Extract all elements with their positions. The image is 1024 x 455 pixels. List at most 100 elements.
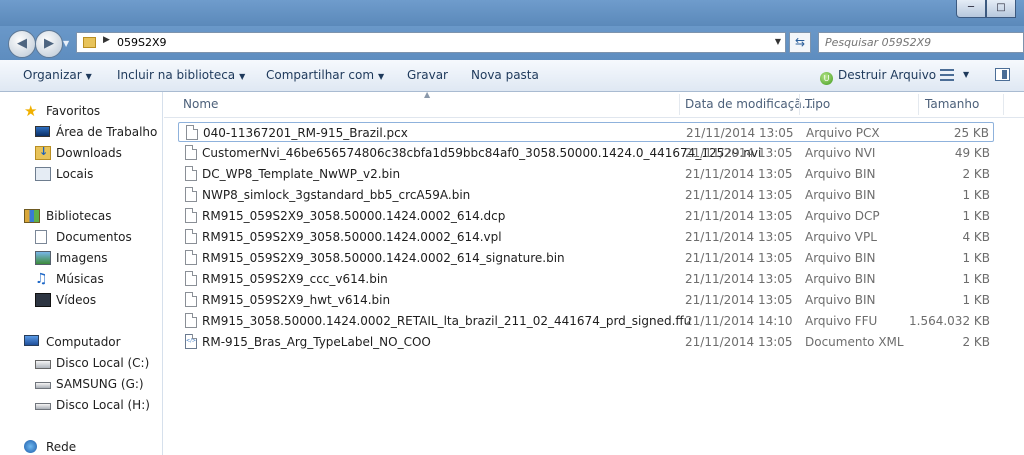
file-type: Arquivo BIN: [805, 293, 876, 307]
back-button[interactable]: ◀: [8, 30, 36, 58]
nav-documents-label: Documentos: [56, 230, 132, 244]
breadcrumb-chevron-icon[interactable]: ▶: [103, 35, 110, 45]
include-library-label: Incluir na biblioteca: [117, 68, 236, 82]
nav-desktop-label: Área de Trabalho: [56, 125, 158, 139]
recent-pages-chevron-icon[interactable]: ▼: [63, 39, 69, 48]
libraries-icon: [24, 209, 40, 223]
file-date: 21/11/2014 13:05: [685, 167, 793, 181]
column-header-row: ▲ Nome Data de modificaçã... Tipo Tamanh…: [164, 90, 1024, 118]
nav-videos-label: Vídeos: [56, 293, 97, 307]
refresh-button[interactable]: ⇆: [789, 32, 811, 53]
file-row[interactable]: RM915_3058.50000.1424.0002_RETAIL_lta_br…: [178, 311, 994, 331]
file-date: 21/11/2014 13:05: [685, 230, 793, 244]
document-icon: [185, 292, 197, 307]
include-library-button[interactable]: Incluir na biblioteca ▼: [117, 68, 245, 82]
column-divider[interactable]: [679, 94, 680, 115]
file-size: 2 KB: [962, 167, 990, 181]
window-titlebar: ─ □: [0, 0, 1024, 26]
file-row[interactable]: RM915_059S2X9_3058.50000.1424.0002_614.d…: [178, 206, 994, 226]
column-name[interactable]: Nome: [183, 97, 218, 111]
command-bar: Organizar ▼ Incluir na biblioteca ▼ Compar…: [0, 60, 1024, 92]
navigation-pane: ★ Favoritos Área de Trabalho Downloads L…: [0, 92, 163, 455]
minimize-button[interactable]: ─: [956, 0, 986, 18]
column-divider[interactable]: [918, 94, 919, 115]
file-size: 1.564.032 KB: [909, 314, 990, 328]
file-type: Arquivo BIN: [805, 272, 876, 286]
document-icon: [186, 125, 198, 140]
maximize-button[interactable]: □: [986, 0, 1016, 18]
nav-places-label: Locais: [56, 167, 94, 181]
forward-button[interactable]: ▶: [35, 30, 63, 58]
share-button[interactable]: Compartilhar com ▼: [266, 68, 384, 82]
address-history-chevron-icon[interactable]: ▼: [775, 37, 781, 46]
burn-button[interactable]: Gravar: [407, 68, 448, 82]
document-icon: [185, 187, 197, 202]
file-row[interactable]: 040-11367201_RM-915_Brazil.pcx 21/11/2014…: [178, 122, 994, 142]
windows-drive-icon: [35, 360, 51, 369]
nav-drive-c-label: Disco Local (C:): [56, 356, 150, 370]
back-arrow-icon: ◀: [17, 36, 27, 51]
file-size: 49 KB: [954, 146, 990, 160]
file-row[interactable]: CustomerNvi_46be656574806c38cbfa1d59bbc8…: [178, 143, 994, 163]
document-icon: [185, 208, 197, 223]
nav-drive-g-label: SAMSUNG (G:): [56, 377, 144, 391]
file-date: 21/11/2014 13:05: [685, 335, 793, 349]
preview-pane-icon[interactable]: [995, 68, 1010, 81]
file-date: 21/11/2014 13:05: [685, 293, 793, 307]
organize-button[interactable]: Organizar ▼: [23, 68, 92, 82]
column-date[interactable]: Data de modificaçã...: [685, 97, 813, 111]
column-divider[interactable]: [1003, 94, 1004, 115]
file-name: RM915_059S2X9_hwt_v614.bin: [202, 293, 391, 307]
file-row[interactable]: RM915_059S2X9_3058.50000.1424.0002_614_s…: [178, 248, 994, 268]
file-date: 21/11/2014 13:05: [685, 251, 793, 265]
nav-pictures-label: Imagens: [56, 251, 108, 265]
address-bar[interactable]: ▶ 059S2X9 ▼: [76, 32, 786, 53]
breadcrumb-current[interactable]: 059S2X9: [117, 36, 167, 49]
file-date: 21/11/2014 13:05: [685, 209, 793, 223]
new-folder-button[interactable]: Nova pasta: [471, 68, 539, 82]
document-icon: [185, 250, 197, 265]
network-icon: [24, 440, 37, 453]
file-row[interactable]: NWP8_simlock_3gstandard_bb5_crcA59A.bin 2…: [178, 185, 994, 205]
recent-places-icon: [35, 167, 51, 181]
music-icon: ♫: [35, 271, 48, 287]
file-size: 4 KB: [962, 230, 990, 244]
search-input[interactable]: [818, 32, 1024, 53]
sort-ascending-icon: ▲: [424, 90, 431, 99]
file-row[interactable]: RM-915_Bras_Arg_TypeLabel_NO_COO 21/11/20…: [178, 332, 994, 352]
chevron-down-icon: ▼: [239, 72, 246, 81]
file-name: RM915_059S2X9_3058.50000.1424.0002_614.v…: [202, 230, 502, 244]
file-name: RM-915_Bras_Arg_TypeLabel_NO_COO: [202, 335, 431, 349]
organize-label: Organizar: [23, 68, 82, 82]
file-size: 1 KB: [962, 251, 990, 265]
nav-computer-label: Computador: [46, 335, 121, 349]
column-divider[interactable]: [799, 94, 800, 115]
file-row[interactable]: RM915_059S2X9_hwt_v614.bin 21/11/2014 13:…: [178, 290, 994, 310]
document-icon: [185, 229, 197, 244]
file-type: Arquivo BIN: [805, 167, 876, 181]
file-size: 1 KB: [962, 188, 990, 202]
nav-downloads-label: Downloads: [56, 146, 122, 160]
xml-document-icon: [185, 334, 197, 349]
column-type[interactable]: Tipo: [805, 97, 830, 111]
column-size[interactable]: Tamanho: [925, 97, 979, 111]
folder-icon: [83, 37, 96, 48]
chevron-down-icon: ▼: [378, 72, 385, 81]
file-name: NWP8_simlock_3gstandard_bb5_crcA59A.bin: [202, 188, 471, 202]
file-size: 2 KB: [962, 335, 990, 349]
view-chevron-down-icon[interactable]: ▼: [963, 70, 969, 79]
nav-libraries-label: Bibliotecas: [46, 209, 112, 223]
view-options-icon[interactable]: [940, 69, 954, 81]
file-row[interactable]: DC_WP8_Template_NwWP_v2.bin 21/11/2014 13…: [178, 164, 994, 184]
document-icon: [185, 271, 197, 286]
file-row[interactable]: RM915_059S2X9_3058.50000.1424.0002_614.v…: [178, 227, 994, 247]
file-date: 21/11/2014 13:05: [686, 126, 794, 140]
file-date: 21/11/2014 13:05: [685, 146, 793, 160]
forward-arrow-icon: ▶: [44, 36, 54, 51]
destroy-file-button[interactable]: U Destruir Arquivo: [820, 68, 936, 85]
file-type: Arquivo NVI: [805, 146, 876, 160]
file-type: Arquivo BIN: [805, 251, 876, 265]
file-row[interactable]: RM915_059S2X9_ccc_v614.bin 21/11/2014 13:…: [178, 269, 994, 289]
star-icon: ★: [24, 102, 38, 120]
documents-icon: [35, 230, 47, 244]
